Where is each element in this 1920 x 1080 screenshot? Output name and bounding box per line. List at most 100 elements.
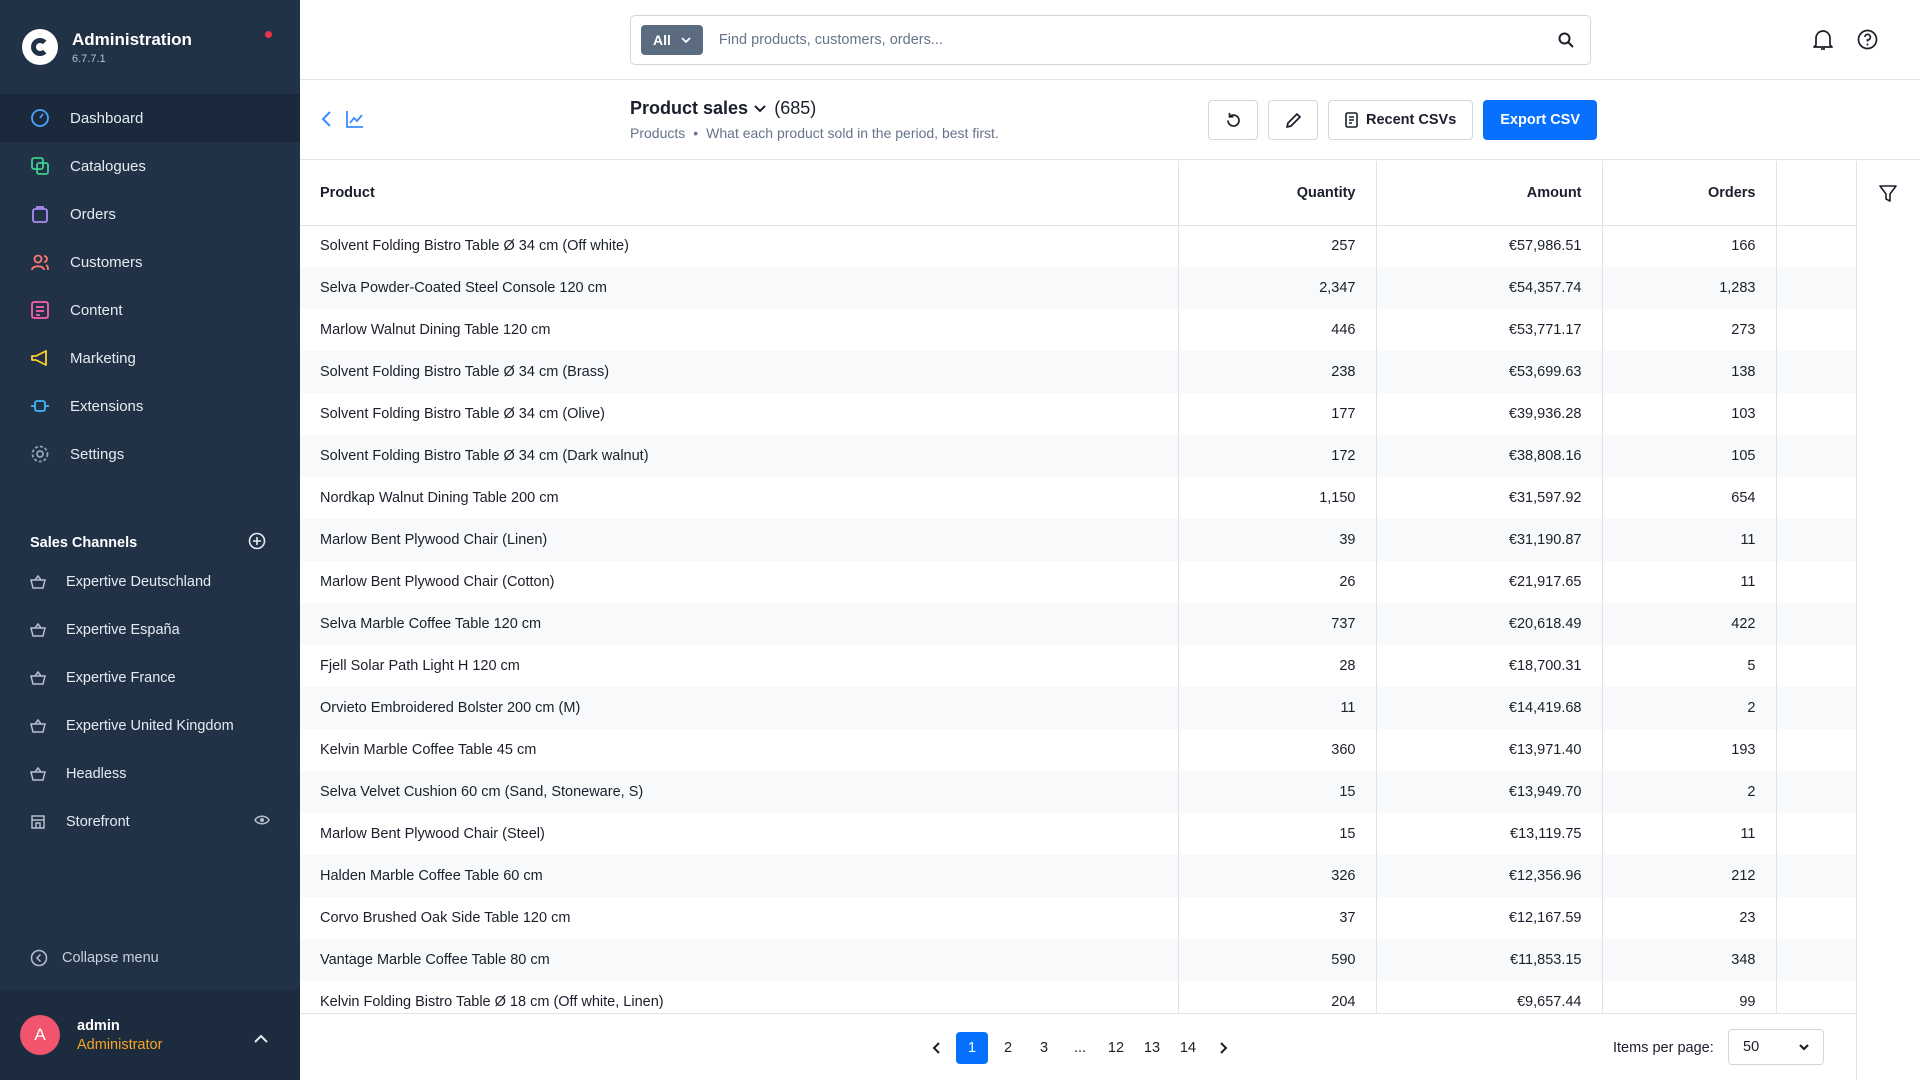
nav-item-orders[interactable]: Orders: [0, 190, 300, 238]
column-header-quantity[interactable]: Quantity: [1178, 161, 1377, 226]
table-row[interactable]: Selva Powder-Coated Steel Console 120 cm…: [300, 267, 1856, 309]
nav-label: Catalogues: [70, 157, 146, 175]
export-csv-button[interactable]: Export CSV: [1483, 100, 1598, 140]
cell-amount: €9,657.44: [1376, 981, 1603, 1013]
prev-page-icon[interactable]: [920, 1032, 952, 1064]
channel-item-expertive-deutschland[interactable]: Expertive Deutschland: [0, 558, 300, 606]
product-sales-table: Product Quantity Amount Orders Solvent F…: [300, 161, 1856, 1013]
table-row[interactable]: Solvent Folding Bistro Table Ø 34 cm (Da…: [300, 435, 1856, 477]
chart-icon[interactable]: [346, 110, 364, 132]
add-sales-channel-icon[interactable]: [248, 532, 266, 554]
channel-item-storefront[interactable]: Storefront: [0, 798, 300, 846]
page-title-text: Product sales: [630, 98, 749, 118]
nav-item-marketing[interactable]: Marketing: [0, 334, 300, 382]
next-page-icon[interactable]: [1208, 1032, 1240, 1064]
cell-product: Solvent Folding Bistro Table Ø 34 cm (Ol…: [300, 393, 1179, 435]
cell-amount: €54,357.74: [1376, 267, 1603, 309]
table-row[interactable]: Kelvin Marble Coffee Table 45 cm 360 €13,9…: [300, 729, 1856, 771]
channel-item-expertive-united-kingdom[interactable]: Expertive United Kingdom: [0, 702, 300, 750]
cell-quantity: 2,347: [1178, 267, 1377, 309]
channel-item-headless[interactable]: Headless: [0, 750, 300, 798]
extensions-icon: [29, 395, 51, 417]
cell-amount: €57,986.51: [1376, 225, 1603, 267]
page-count: (685): [774, 98, 817, 118]
table-row[interactable]: Vantage Marble Coffee Table 80 cm 590 €11,…: [300, 939, 1856, 981]
nav-item-catalogues[interactable]: Catalogues: [0, 142, 300, 190]
eye-icon[interactable]: [254, 814, 270, 830]
help-icon[interactable]: [1857, 29, 1878, 50]
page-title[interactable]: Product sales: [630, 98, 766, 119]
column-header-amount[interactable]: Amount: [1376, 161, 1603, 226]
cell-amount: €38,808.16: [1376, 435, 1603, 477]
filter-icon[interactable]: [1879, 185, 1897, 203]
page-button[interactable]: 2: [992, 1032, 1024, 1064]
column-header-product[interactable]: Product: [300, 161, 1179, 226]
table-row[interactable]: Marlow Bent Plywood Chair (Linen) 39 €31,1…: [300, 519, 1856, 561]
cell-amount: €21,917.65: [1376, 561, 1603, 603]
table-row[interactable]: Solvent Folding Bistro Table Ø 34 cm (Br…: [300, 351, 1856, 393]
cell-product: Solvent Folding Bistro Table Ø 34 cm (Of…: [300, 225, 1179, 267]
table-row[interactable]: Nordkap Walnut Dining Table 200 cm 1,150 €…: [300, 477, 1856, 519]
channel-item-expertive-espana[interactable]: Expertive España: [0, 606, 300, 654]
cell-quantity: 11: [1178, 687, 1377, 729]
page-button[interactable]: 14: [1172, 1032, 1204, 1064]
cell-amount: €12,356.96: [1376, 855, 1603, 897]
table-row[interactable]: Marlow Bent Plywood Chair (Cotton) 26 €21,…: [300, 561, 1856, 603]
user-menu[interactable]: A admin Administrator: [0, 990, 300, 1080]
table-row[interactable]: Marlow Walnut Dining Table 120 cm 446 €53,…: [300, 309, 1856, 351]
cell-orders: 193: [1602, 729, 1777, 771]
page-button[interactable]: 13: [1136, 1032, 1168, 1064]
cell-orders: 103: [1602, 393, 1777, 435]
cell-extra: [1776, 855, 1856, 897]
brand-title: Administration: [72, 29, 192, 49]
page-button[interactable]: 12: [1100, 1032, 1132, 1064]
table-row[interactable]: Fjell Solar Path Light H 120 cm 28 €18,700…: [300, 645, 1856, 687]
table-row[interactable]: Selva Velvet Cushion 60 cm (Sand, Stonew…: [300, 771, 1856, 813]
breadcrumb[interactable]: Products: [630, 125, 685, 141]
marketing-icon: [29, 347, 51, 369]
table-row[interactable]: Solvent Folding Bistro Table Ø 34 cm (Ol…: [300, 393, 1856, 435]
channel-label: Expertive United Kingdom: [66, 718, 234, 734]
cell-orders: 138: [1602, 351, 1777, 393]
bell-icon[interactable]: [1813, 29, 1833, 51]
table-row[interactable]: Orvieto Embroidered Bolster 200 cm (M) 11…: [300, 687, 1856, 729]
edit-button[interactable]: [1268, 100, 1318, 140]
nav-item-extensions[interactable]: Extensions: [0, 382, 300, 430]
reset-button[interactable]: [1208, 100, 1258, 140]
cell-orders: 23: [1602, 897, 1777, 939]
page-button[interactable]: 1: [956, 1032, 988, 1064]
cell-product: Vantage Marble Coffee Table 80 cm: [300, 939, 1179, 981]
nav-item-content[interactable]: Content: [0, 286, 300, 334]
page-button[interactable]: 3: [1028, 1032, 1060, 1064]
back-chevron-icon[interactable]: [320, 110, 332, 132]
recent-csvs-button[interactable]: Recent CSVs: [1328, 100, 1474, 140]
table-row[interactable]: Marlow Bent Plywood Chair (Steel) 15 €13,1…: [300, 813, 1856, 855]
table-row[interactable]: Selva Marble Coffee Table 120 cm 737 €20,6…: [300, 603, 1856, 645]
cell-extra: [1776, 561, 1856, 603]
collapse-menu-button[interactable]: Collapse menu: [0, 940, 159, 976]
nav-item-settings[interactable]: Settings: [0, 430, 300, 478]
column-header-orders[interactable]: Orders: [1602, 161, 1777, 226]
table-row[interactable]: Kelvin Folding Bistro Table Ø 18 cm (Off…: [300, 981, 1856, 1013]
cell-product: Kelvin Marble Coffee Table 45 cm: [300, 729, 1179, 771]
nav-item-customers[interactable]: Customers: [0, 238, 300, 286]
search-icon[interactable]: [1558, 32, 1580, 48]
notification-dot-icon: [265, 31, 272, 38]
chevron-up-icon[interactable]: [254, 1030, 268, 1047]
channel-item-expertive-france[interactable]: Expertive France: [0, 654, 300, 702]
items-per-page-select[interactable]: 50: [1728, 1029, 1824, 1065]
search-input[interactable]: [718, 32, 1558, 48]
nav-item-dashboard[interactable]: Dashboard: [0, 94, 300, 142]
cell-amount: €13,949.70: [1376, 771, 1603, 813]
table-row[interactable]: Solvent Folding Bistro Table Ø 34 cm (Of…: [300, 225, 1856, 267]
cell-quantity: 177: [1178, 393, 1377, 435]
sidebar: Administration 6.7.7.1 Dashboard Catalog…: [0, 0, 300, 1080]
cell-orders: 1,283: [1602, 267, 1777, 309]
cell-quantity: 257: [1178, 225, 1377, 267]
brand[interactable]: Administration 6.7.7.1: [0, 0, 300, 94]
items-per-page-label: Items per page:: [1613, 1040, 1714, 1056]
table-row[interactable]: Halden Marble Coffee Table 60 cm 326 €12,3…: [300, 855, 1856, 897]
table-row[interactable]: Corvo Brushed Oak Side Table 120 cm 37 €12…: [300, 897, 1856, 939]
main-nav: Dashboard Catalogues Orders Customers Co…: [0, 94, 300, 478]
search-type-select[interactable]: All: [641, 25, 703, 55]
